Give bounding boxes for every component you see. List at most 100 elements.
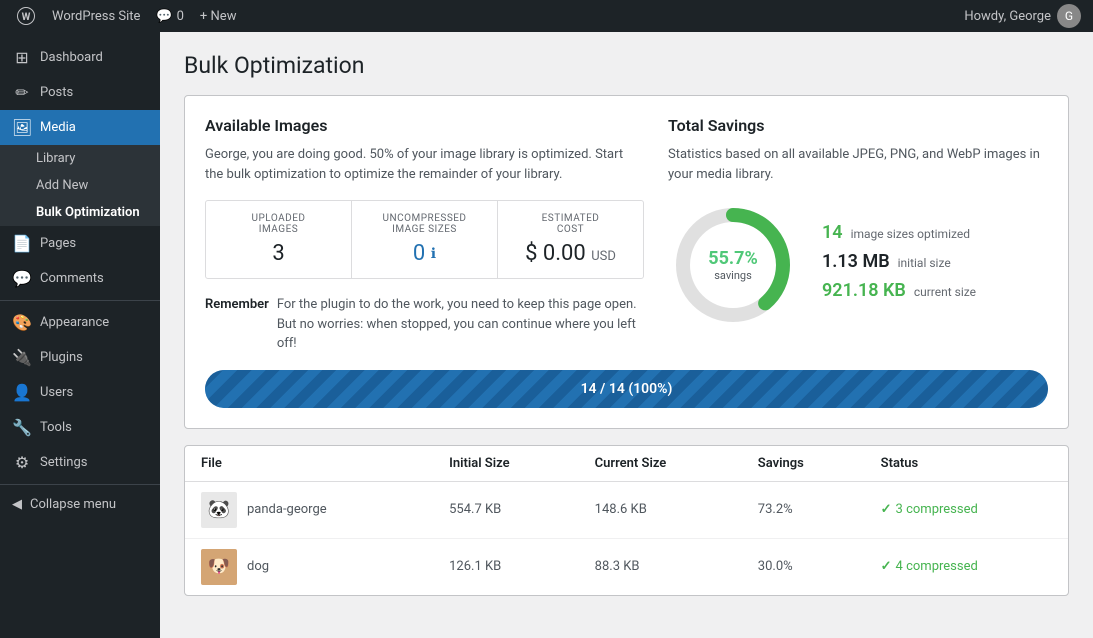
sidebar-item-dashboard[interactable]: ⊞ Dashboard (0, 40, 160, 75)
sidebar-item-tools[interactable]: 🔧 Tools (0, 410, 160, 445)
donut-chart: 55.7% savings (668, 200, 798, 330)
appearance-icon: 🎨 (12, 313, 32, 332)
available-images-desc: George, you are doing good. 50% of your … (205, 145, 644, 184)
top-bar: W WordPress Site 💬 0 + New Howdy, George… (0, 0, 1093, 32)
col-current-size: Current Size (579, 446, 742, 482)
initial-size-1: 126.1 KB (433, 538, 579, 595)
sidebar-label-media: Media (40, 120, 76, 135)
main-content: Bulk Optimization Available Images Georg… (160, 32, 1093, 638)
savings-row-sizes: 14 image sizes optimized (822, 222, 1048, 243)
media-submenu: Library Add New Bulk Optimization (0, 145, 160, 226)
sidebar-item-pages[interactable]: 📄 Pages (0, 226, 160, 261)
uncompressed-value: 0 ℹ (364, 241, 485, 266)
sidebar-label-appearance: Appearance (40, 315, 109, 330)
pages-icon: 📄 (12, 234, 32, 253)
collapse-menu-button[interactable]: ◀ Collapse menu (0, 489, 160, 520)
sidebar-item-media[interactable]: 🖼 Media (0, 110, 160, 145)
uploaded-label: UPLOADEDIMAGES (218, 213, 339, 235)
sidebar-item-plugins[interactable]: 🔌 Plugins (0, 340, 160, 375)
status-0: ✓ 3 compressed (865, 481, 1068, 538)
image-sizes-label: image sizes optimized (851, 227, 970, 241)
check-icon-0: ✓ (881, 502, 892, 517)
sidebar-item-settings[interactable]: ⚙ Settings (0, 445, 160, 480)
collapse-arrow-icon: ◀ (12, 497, 22, 512)
info-icon[interactable]: ℹ (431, 246, 436, 262)
progress-bar-text: 14 / 14 (100%) (581, 381, 673, 397)
sidebar-item-users[interactable]: 👤 Users (0, 375, 160, 410)
comments-icon: 💬 (12, 269, 32, 288)
status-text-0: 3 compressed (896, 502, 978, 517)
check-icon-1: ✓ (881, 559, 892, 574)
dashboard-icon: ⊞ (12, 48, 32, 67)
sidebar-label-settings: Settings (40, 455, 87, 470)
savings-row-current: 921.18 KB current size (822, 280, 1048, 301)
total-savings-desc: Statistics based on all available JPEG, … (668, 145, 1048, 184)
optimization-card: Available Images George, you are doing g… (184, 95, 1069, 429)
image-sizes-count: 14 (822, 222, 843, 243)
current-size-1: 88.3 KB (579, 538, 742, 595)
initial-size-value: 1.13 MB (822, 251, 890, 272)
sidebar-subitem-add-new[interactable]: Add New (0, 172, 160, 199)
file-cell-0: 🐼 panda-george (185, 481, 433, 538)
donut-center: 55.7% savings (708, 248, 758, 282)
remember-text: For the plugin to do the work, you need … (277, 295, 644, 354)
file-thumb-1: 🐶 (201, 549, 237, 585)
file-cell-1: 🐶 dog (185, 538, 433, 595)
sidebar-label-posts: Posts (40, 85, 73, 100)
progress-bar: 14 / 14 (100%) (205, 370, 1048, 408)
savings-row-initial: 1.13 MB initial size (822, 251, 1048, 272)
svg-text:W: W (22, 12, 31, 23)
cost-label: ESTIMATEDCOST (510, 213, 631, 235)
uncompressed-label: UNCOMPRESSEDIMAGE SIZES (364, 213, 485, 235)
tools-icon: 🔧 (12, 418, 32, 437)
settings-icon: ⚙ (12, 453, 32, 472)
posts-icon: ✏ (12, 83, 32, 102)
stat-uploaded: UPLOADEDIMAGES 3 (206, 201, 352, 278)
media-icon: 🖼 (12, 118, 32, 137)
sidebar: ⊞ Dashboard ✏ Posts 🖼 Media Library Add … (0, 32, 160, 638)
sidebar-divider (0, 300, 160, 301)
savings-content: 55.7% savings 14 image sizes optimized (668, 200, 1048, 330)
cost-value: $ 0.00 USD (510, 241, 631, 266)
total-savings-section: Total Savings Statistics based on all av… (668, 116, 1048, 354)
col-savings: Savings (742, 446, 865, 482)
new-button[interactable]: + New (200, 9, 237, 24)
col-status: Status (865, 446, 1068, 482)
wp-logo-icon[interactable]: W (12, 2, 40, 30)
files-table: File Initial Size Current Size Savings S… (185, 446, 1068, 595)
comments-count: 0 (177, 9, 184, 24)
user-menu[interactable]: Howdy, George G (964, 4, 1081, 28)
table-row: 🐶 dog 126.1 KB 88.3 KB 30.0% ✓ 4 compres… (185, 538, 1068, 595)
remember-label: Remember (205, 295, 269, 354)
site-name[interactable]: WordPress Site (52, 9, 140, 24)
sidebar-divider-2 (0, 484, 160, 485)
donut-label: savings (708, 269, 758, 282)
sidebar-label-pages: Pages (40, 236, 76, 251)
users-icon: 👤 (12, 383, 32, 402)
total-savings-title: Total Savings (668, 116, 1048, 135)
current-size-0: 148.6 KB (579, 481, 742, 538)
sidebar-item-appearance[interactable]: 🎨 Appearance (0, 305, 160, 340)
comment-icon: 💬 (156, 9, 172, 24)
sidebar-item-comments[interactable]: 💬 Comments (0, 261, 160, 296)
sidebar-label-dashboard: Dashboard (40, 50, 103, 65)
sidebar-label-tools: Tools (40, 420, 72, 435)
current-size-label: current size (914, 285, 976, 299)
file-name-1: dog (247, 559, 269, 574)
available-images-section: Available Images George, you are doing g… (205, 116, 644, 354)
howdy-text: Howdy, George (964, 9, 1051, 24)
col-initial-size: Initial Size (433, 446, 579, 482)
currency-label: USD (591, 249, 616, 264)
stat-uncompressed: UNCOMPRESSEDIMAGE SIZES 0 ℹ (352, 201, 498, 278)
status-1: ✓ 4 compressed (865, 538, 1068, 595)
current-size-value: 921.18 KB (822, 280, 906, 301)
stat-cost: ESTIMATEDCOST $ 0.00 USD (498, 201, 643, 278)
sidebar-subitem-bulk-optimization[interactable]: Bulk Optimization (0, 199, 160, 226)
stats-grid: UPLOADEDIMAGES 3 UNCOMPRESSEDIMAGE SIZES… (205, 200, 644, 279)
page-title: Bulk Optimization (184, 52, 1069, 79)
sidebar-subitem-library[interactable]: Library (0, 145, 160, 172)
uploaded-value: 3 (218, 241, 339, 266)
initial-size-0: 554.7 KB (433, 481, 579, 538)
sidebar-item-posts[interactable]: ✏ Posts (0, 75, 160, 110)
comments-bubble[interactable]: 💬 0 (156, 9, 184, 24)
